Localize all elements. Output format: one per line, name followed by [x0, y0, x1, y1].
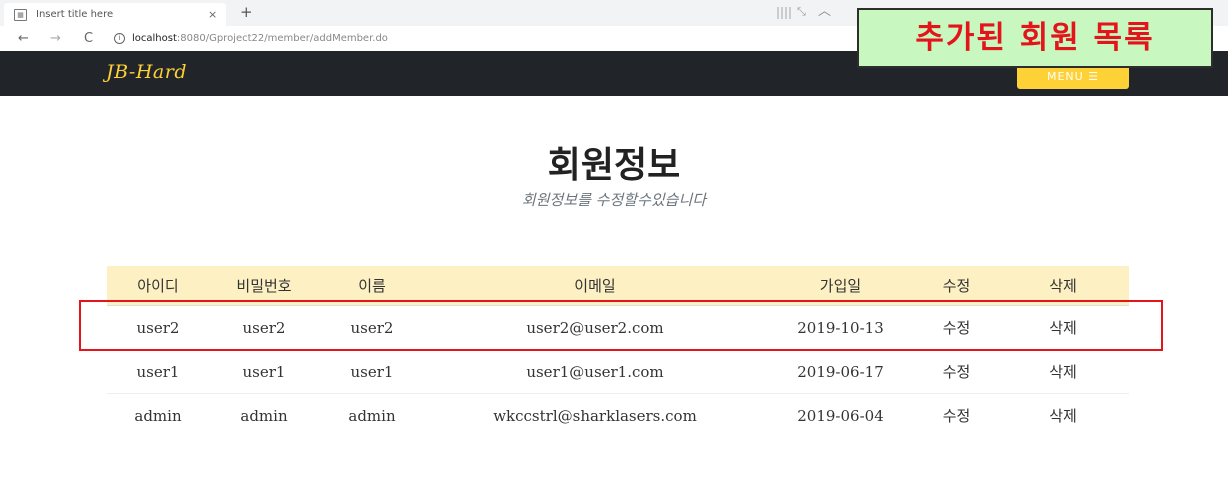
table-row: admin admin admin wkccstrl@sharklasers.c…	[107, 393, 1129, 437]
cell-id: admin	[107, 393, 209, 437]
cell-password: admin	[209, 393, 319, 437]
cell-email: user1@user1.com	[425, 349, 765, 394]
delete-link[interactable]: 삭제	[997, 393, 1129, 437]
cell-id: user1	[107, 349, 209, 394]
main-content: 회원정보 회원정보를 수정할수있습니다 아이디 비밀번호 이름 이메일 가입일 …	[0, 96, 1228, 483]
window-restore-icon[interactable]: ⤡	[797, 2, 806, 22]
url-host: localhost	[132, 33, 177, 44]
menu-button[interactable]: MENU ☰	[1017, 65, 1129, 89]
back-arrow-icon[interactable]: ←	[18, 26, 29, 51]
column-header-email: 이메일	[425, 266, 765, 306]
reload-icon[interactable]: C	[84, 26, 93, 51]
column-header-joined: 가입일	[765, 266, 916, 306]
browser-tab[interactable]: ▦ Insert title here ×	[4, 3, 226, 26]
table-row: user2 user2 user2 user2@user2.com 2019-1…	[107, 305, 1129, 350]
page-favicon-icon: ▦	[14, 9, 27, 21]
window-collapse-icon[interactable]: ︿	[818, 2, 831, 22]
page-title: 회원정보	[547, 145, 681, 186]
new-tab-button[interactable]: +	[240, 1, 253, 23]
cell-name: user1	[319, 349, 425, 394]
cell-name: user2	[319, 305, 425, 350]
url-field[interactable]: localhost:8080/Gproject22/member/addMemb…	[132, 26, 388, 51]
member-table: 아이디 비밀번호 이름 이메일 가입일 수정 삭제 user2 user2 us…	[107, 266, 1129, 437]
column-header-id: 아이디	[107, 266, 209, 306]
forward-arrow-icon[interactable]: →	[50, 26, 61, 51]
edit-link[interactable]: 수정	[916, 393, 997, 437]
url-path: :8080/Gproject22/member/addMember.do	[176, 33, 388, 44]
edit-link[interactable]: 수정	[916, 305, 997, 350]
column-header-password: 비밀번호	[209, 266, 319, 306]
cell-email: wkccstrl@sharklasers.com	[425, 393, 765, 437]
cell-name: admin	[319, 393, 425, 437]
cell-joined: 2019-06-17	[765, 349, 916, 394]
table-header-row: 아이디 비밀번호 이름 이메일 가입일 수정 삭제	[107, 266, 1129, 306]
cell-password: user2	[209, 305, 319, 350]
edit-link[interactable]: 수정	[916, 349, 997, 394]
tab-close-icon[interactable]: ×	[208, 3, 217, 26]
column-header-edit: 수정	[916, 266, 997, 306]
page-subtitle: 회원정보를 수정할수있습니다	[521, 191, 707, 209]
cell-id: user2	[107, 305, 209, 350]
delete-link[interactable]: 삭제	[997, 305, 1129, 350]
table-row: user1 user1 user1 user1@user1.com 2019-0…	[107, 349, 1129, 394]
column-header-delete: 삭제	[997, 266, 1129, 306]
delete-link[interactable]: 삭제	[997, 349, 1129, 394]
site-info-icon[interactable]: i	[114, 33, 125, 44]
window-grid-icon	[777, 7, 791, 19]
cell-joined: 2019-06-04	[765, 393, 916, 437]
tab-title: Insert title here	[36, 9, 114, 20]
cell-email: user2@user2.com	[425, 305, 765, 350]
cell-password: user1	[209, 349, 319, 394]
member-table-wrapper: 아이디 비밀번호 이름 이메일 가입일 수정 삭제 user2 user2 us…	[107, 266, 1129, 437]
column-header-name: 이름	[319, 266, 425, 306]
site-logo[interactable]: JB-Hard	[106, 61, 187, 83]
cell-joined: 2019-10-13	[765, 305, 916, 350]
annotation-label: 추가된 회원 목록	[857, 8, 1213, 68]
